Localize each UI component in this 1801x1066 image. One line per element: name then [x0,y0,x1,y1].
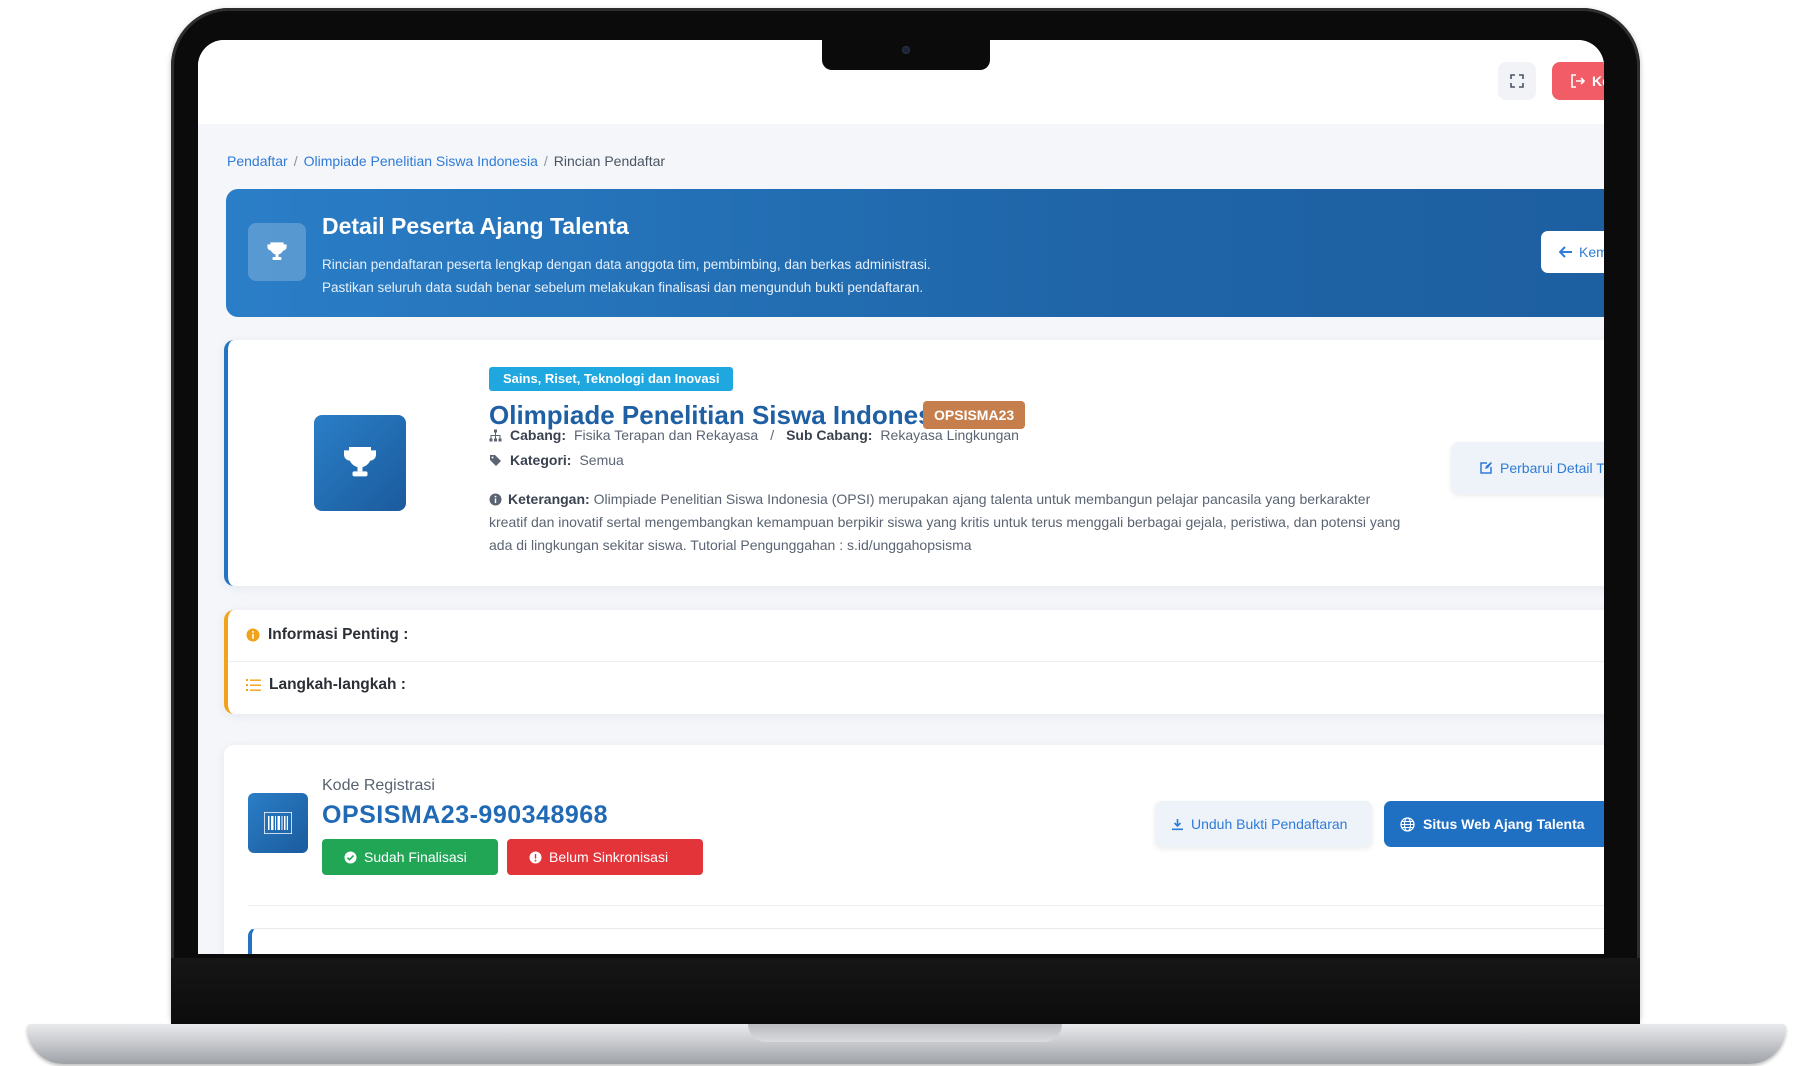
divider [228,661,1604,662]
breadcrumb: Pendaftar / Olimpiade Penelitian Siswa Ind… [227,153,665,169]
logout-button[interactable]: Ke [1552,62,1604,100]
fullscreen-button[interactable] [1498,62,1536,100]
trophy-icon [314,415,406,511]
registration-card: Kode Registrasi OPSISMA23-990348968 Suda… [224,745,1604,954]
finalized-status-badge: Sudah Finalisasi [322,839,498,875]
registration-code-label: Kode Registrasi [322,777,435,794]
trophy-icon [248,223,306,281]
download-icon [1171,818,1184,831]
breadcrumb-link-pendaftar[interactable]: Pendaftar [227,153,288,169]
breadcrumb-link-event[interactable]: Olimpiade Penelitian Siswa Indonesia [304,153,538,169]
sub-cabang-value: Rekayasa Lingkungan [880,427,1019,443]
page-description-line: Rincian pendaftaran peserta lengkap deng… [322,257,931,272]
sync-status-label: Belum Sinkronisasi [549,849,669,865]
globe-icon [1400,816,1415,832]
exclamation-circle-icon [529,851,542,864]
notice-card: Informasi Penting : Langkah-langkah : [224,610,1604,714]
page-header-banner: Detail Peserta Ajang Talenta Rincian pen… [226,189,1604,317]
sub-cabang-label: Sub Cabang: [786,427,873,443]
keterangan-label: Keterangan: [508,491,590,507]
divider [248,905,1604,906]
keterangan-text: Keterangan: Olimpiade Penelitian Siswa I… [489,488,1404,557]
page-title: Detail Peserta Ajang Talenta [322,213,629,239]
laptop-chin [171,958,1640,1024]
breadcrumb-separator: / [293,153,298,169]
member-section-card [248,928,1604,954]
steps-toggle[interactable]: Langkah-langkah : [246,676,406,694]
category-badge: Sains, Riset, Teknologi dan Inovasi [489,367,734,391]
back-button[interactable]: Kemb [1541,231,1604,273]
logout-label: Ke [1592,73,1604,89]
event-info-card: Sains, Riset, Teknologi dan Inovasi Olim… [224,340,1604,586]
event-website-label: Situs Web Ajang Talenta [1423,816,1585,832]
important-info-label: Informasi Penting : [268,626,409,643]
update-team-button[interactable]: Perbarui Detail Tim [1451,442,1604,494]
kategori-label: Kategori: [510,452,572,468]
steps-label: Langkah-langkah : [269,676,406,693]
laptop-hinge-notch [748,1024,1062,1042]
download-proof-label: Unduh Bukti Pendaftaran [1191,816,1348,832]
info-circle-icon [489,493,502,506]
back-button-label: Kemb [1579,244,1604,260]
sitemap-icon [489,429,502,442]
keterangan-value: Olimpiade Penelitian Siswa Indonesia (OP… [489,491,1401,553]
update-team-label: Perbarui Detail Tim [1500,460,1604,476]
event-website-button[interactable]: Situs Web Ajang Talenta [1384,801,1604,847]
cabang-label: Cabang: [510,427,566,443]
arrow-left-icon [1559,245,1573,259]
sub-cabang-separator: / [770,427,775,443]
barcode-icon [248,793,308,853]
breadcrumb-separator: / [543,153,548,169]
laptop-screen: Ke Pendaftar / Olimpiade Penelitian Siswa … [198,40,1604,954]
cabang-value: Fisika Terapan dan Rekayasa [574,427,759,443]
finalized-status-label: Sudah Finalisasi [364,849,467,865]
page-description: Rincian pendaftaran peserta lengkap deng… [322,253,931,299]
list-icon [246,678,261,692]
sign-out-icon [1570,73,1586,89]
kategori-value: Semua [579,452,624,468]
tag-icon [489,454,502,467]
important-info-toggle[interactable]: Informasi Penting : [246,626,408,644]
kategori-row: Kategori: Semua [489,452,624,468]
camera-icon [902,46,910,54]
sync-status-badge: Belum Sinkronisasi [507,839,703,875]
page-description-line: Pastikan seluruh data sudah benar sebelu… [322,280,924,295]
cabang-row: Cabang: Fisika Terapan dan Rekayasa / Su… [489,427,1019,443]
event-code-badge: OPSISMA23 [923,401,1026,429]
registration-code: OPSISMA23-990348968 [322,801,609,829]
edit-icon [1479,461,1493,475]
download-proof-button[interactable]: Unduh Bukti Pendaftaran [1155,801,1372,847]
camera-notch [822,40,990,70]
info-circle-icon [246,628,260,642]
breadcrumb-current: Rincian Pendaftar [553,153,666,169]
expand-icon [1509,73,1525,89]
check-circle-icon [344,851,357,864]
